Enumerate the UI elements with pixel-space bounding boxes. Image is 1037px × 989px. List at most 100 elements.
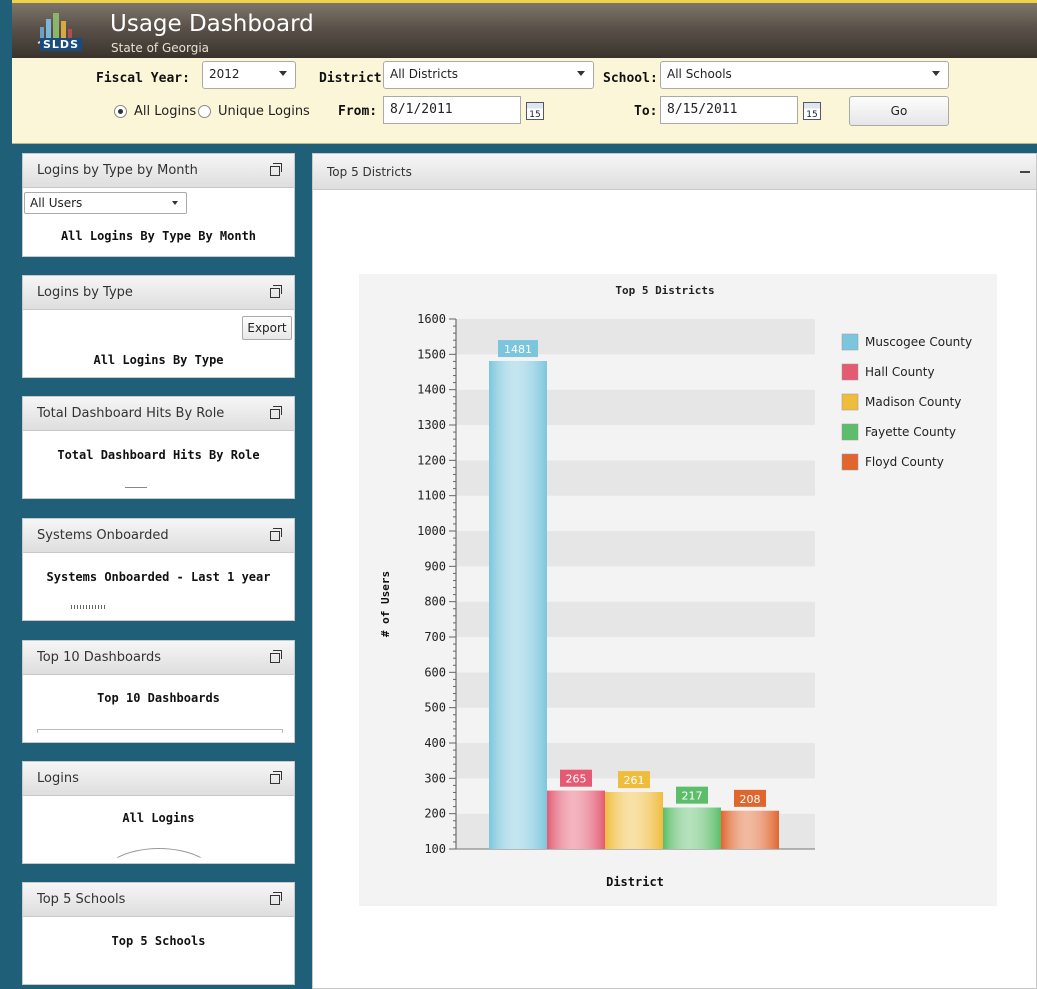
data-label: 217 — [682, 790, 703, 803]
export-button[interactable]: Export — [242, 316, 292, 340]
district-select[interactable]: All Districts — [383, 61, 594, 89]
district-value: All Districts — [390, 67, 459, 81]
data-label: 208 — [740, 793, 761, 806]
y-axis-label: # of Users — [379, 571, 392, 637]
legend-label: Fayette County — [865, 425, 956, 439]
all-logins-label: All Logins — [134, 104, 197, 119]
y-tick-label: 100 — [424, 842, 446, 856]
restore-icon[interactable] — [270, 163, 282, 176]
y-tick-label: 700 — [424, 630, 446, 644]
restore-icon[interactable] — [270, 892, 282, 905]
legend-label: Muscogee County — [865, 335, 972, 349]
y-tick-label: 900 — [424, 559, 446, 573]
chevron-down-icon — [172, 201, 178, 205]
fiscal-year-select[interactable]: 2012 — [202, 61, 296, 89]
main-panel-top-5-districts: Top 5 Districts Top 5 Districts 100 200 30… — [312, 153, 1037, 989]
bar-highlight — [721, 810, 779, 849]
legend-swatch — [841, 423, 859, 441]
y-tick-label: 1100 — [417, 489, 446, 503]
school-select[interactable]: All Schools — [660, 61, 949, 89]
y-tick-label: 1600 — [417, 312, 446, 326]
widget-title: Top 10 Dashboards — [37, 650, 162, 665]
legend-label: Floyd County — [865, 455, 944, 469]
main-panel-header: Top 5 Districts — [313, 154, 1036, 190]
y-tick-label: 1500 — [417, 347, 446, 361]
calendar-icon[interactable]: 15 — [803, 102, 821, 120]
x-axis-label: District — [606, 875, 664, 889]
widget-header: Top 5 Schools — [23, 883, 294, 917]
widget-title: Systems Onboarded — [37, 528, 169, 543]
restore-icon[interactable] — [270, 528, 282, 541]
widget-header: Logins by Type — [23, 276, 294, 310]
bar-highlight — [489, 361, 547, 849]
legend-swatch — [841, 453, 859, 471]
all-logins-radio[interactable] — [114, 105, 127, 118]
top-5-districts-chart: Top 5 Districts 100 200 300 400 500 600 700 800… — [359, 274, 997, 906]
widget-chart-title: Total Dashboard Hits By Role — [57, 448, 260, 462]
widget-header: Total Dashboard Hits By Role — [23, 397, 294, 431]
user-type-value: All Users — [30, 196, 83, 210]
from-label: From: — [338, 104, 378, 119]
unique-logins-radio[interactable] — [198, 105, 211, 118]
main-panel-title: Top 5 Districts — [327, 165, 412, 179]
widget-top-5-schools: Top 5 Schools Top 5 Schools — [22, 882, 295, 985]
chevron-down-icon — [279, 71, 287, 76]
to-date-input[interactable]: 8/15/2011 — [660, 96, 798, 124]
school-label: School: — [603, 71, 658, 86]
app-title: Usage Dashboard — [110, 11, 314, 37]
restore-icon[interactable] — [270, 406, 282, 419]
widget-logins-by-type: Logins by Type Export All Logins By Type — [22, 275, 295, 378]
widget-title: Top 5 Schools — [37, 892, 126, 907]
y-tick-label: 1200 — [417, 453, 446, 467]
unique-logins-label: Unique Logins — [218, 104, 310, 119]
data-label: 265 — [566, 773, 587, 786]
restore-icon[interactable] — [270, 285, 282, 298]
widget-chart-title: All Logins — [122, 811, 195, 825]
minimize-icon[interactable] — [1020, 171, 1030, 173]
legend-swatch — [841, 333, 859, 351]
widget-header: Logins by Type by Month — [23, 154, 294, 188]
widget-title: Logins by Type by Month — [37, 163, 198, 178]
chart-fragment — [71, 605, 105, 609]
logo-text: SLDS — [40, 38, 82, 51]
go-button[interactable]: Go — [849, 96, 949, 126]
widget-total-dashboard-hits: Total Dashboard Hits By Role Total Dashb… — [22, 396, 295, 499]
widget-logins-by-type-by-month: Logins by Type by Month All Users All Lo… — [22, 153, 295, 257]
data-label: 261 — [624, 774, 645, 787]
app-subtitle: State of Georgia — [111, 41, 210, 55]
bar-highlight — [605, 792, 663, 849]
widget-chart-title: Systems Onboarded - Last 1 year — [46, 570, 271, 584]
restore-icon[interactable] — [270, 650, 282, 663]
chart-fragment — [37, 729, 283, 733]
to-label: To: — [634, 104, 658, 119]
chart-title: Top 5 Districts — [615, 284, 714, 297]
calendar-icon[interactable]: 15 — [526, 102, 544, 120]
y-tick-label: 600 — [424, 665, 446, 679]
chevron-down-icon — [577, 71, 585, 76]
widget-title: Logins by Type — [37, 285, 133, 300]
widget-systems-onboarded: Systems Onboarded Systems Onboarded - La… — [22, 518, 295, 621]
y-tick-label: 1300 — [417, 418, 446, 432]
widget-header: Top 10 Dashboards — [23, 641, 294, 675]
y-tick-label: 500 — [424, 701, 446, 715]
fiscal-year-label: Fiscal Year: — [96, 71, 190, 86]
legend-swatch — [841, 393, 859, 411]
restore-icon[interactable] — [270, 771, 282, 784]
data-label: 1481 — [504, 343, 532, 356]
legend-label: Hall County — [865, 365, 935, 379]
y-tick-label: 200 — [424, 807, 446, 821]
legend-label: Madison County — [865, 395, 961, 409]
widget-chart-title: Top 5 Schools — [111, 934, 206, 948]
chevron-down-icon — [932, 71, 940, 76]
widget-header: Systems Onboarded — [23, 519, 294, 553]
from-date-input[interactable]: 8/1/2011 — [383, 96, 521, 124]
bar-highlight — [663, 807, 721, 849]
district-label: District: — [319, 71, 390, 86]
widget-chart-title: All Logins By Type — [93, 353, 224, 367]
user-type-select[interactable]: All Users — [24, 192, 187, 214]
widget-chart-title: All Logins By Type By Month — [60, 229, 257, 243]
y-tick-label: 300 — [424, 771, 446, 785]
fiscal-year-value: 2012 — [209, 67, 240, 81]
y-tick-label: 400 — [424, 736, 446, 750]
bar-highlight — [547, 790, 605, 849]
